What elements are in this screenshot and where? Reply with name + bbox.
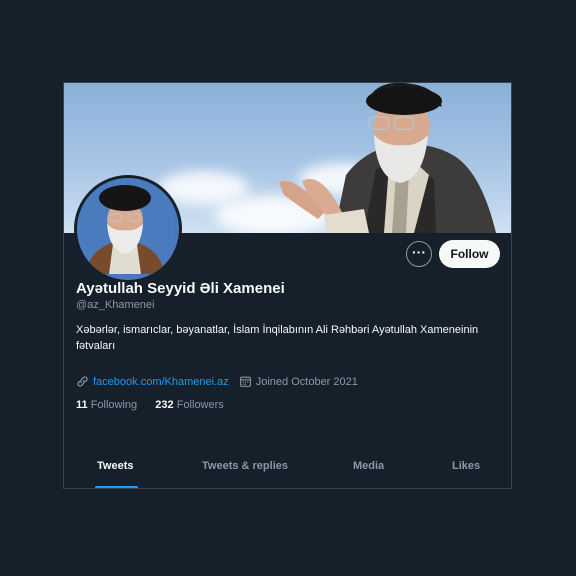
tab-tweets[interactable]: Tweets bbox=[97, 460, 133, 472]
calendar-icon bbox=[239, 375, 252, 388]
follow-button[interactable]: Follow bbox=[439, 240, 500, 268]
active-tab-indicator bbox=[95, 486, 138, 488]
profile-card: ··· Follow Ayətullah Seyyid Əli Xamenei … bbox=[63, 82, 512, 489]
profile-handle: @az_Khamenei bbox=[76, 299, 155, 311]
more-options-button[interactable]: ··· bbox=[406, 241, 432, 267]
tab-likes[interactable]: Likes bbox=[452, 460, 480, 472]
profile-avatar[interactable] bbox=[74, 175, 182, 283]
joined-date: Joined October 2021 bbox=[255, 375, 358, 388]
profile-tabs: Tweets Tweets & replies Media Likes bbox=[64, 453, 511, 488]
more-icon: ··· bbox=[412, 244, 426, 260]
following-link[interactable]: 11 Following bbox=[76, 399, 137, 411]
profile-meta: facebook.com/Khamenei.az Joined October … bbox=[76, 375, 358, 388]
follow-counts: 11 Following 232 Followers bbox=[76, 399, 224, 411]
avatar-portrait bbox=[77, 178, 173, 274]
link-icon bbox=[76, 375, 89, 388]
followers-label: Followers bbox=[176, 399, 224, 411]
profile-link[interactable]: facebook.com/Khamenei.az bbox=[93, 376, 229, 388]
tab-tweets-replies[interactable]: Tweets & replies bbox=[202, 460, 288, 472]
profile-name: Ayətullah Seyyid Əli Xamenei bbox=[76, 280, 285, 297]
followers-link[interactable]: 232 Followers bbox=[155, 399, 224, 411]
followers-count: 232 bbox=[155, 399, 174, 411]
tab-media[interactable]: Media bbox=[353, 460, 384, 472]
following-count: 11 bbox=[76, 399, 88, 411]
following-label: Following bbox=[90, 399, 138, 411]
profile-bio: Xəbərlər, ismarıclar, bəyanatlar, İslam … bbox=[76, 324, 479, 352]
